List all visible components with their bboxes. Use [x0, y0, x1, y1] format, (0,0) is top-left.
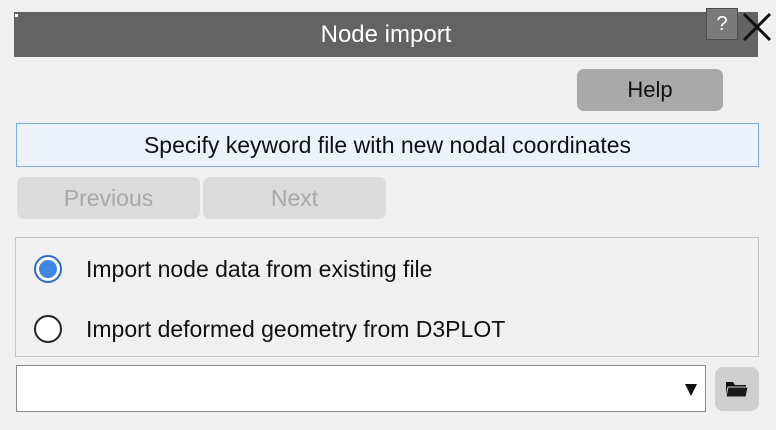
title-bar: Node import ?	[14, 8, 776, 58]
import-d3plot-label: Import deformed geometry from D3PLOT	[86, 316, 506, 342]
folder-icon	[725, 382, 749, 398]
context-help-button[interactable]: ?	[706, 8, 738, 40]
radio-button-selected[interactable]	[34, 255, 62, 283]
close-button[interactable]	[738, 8, 776, 46]
import-d3plot-option[interactable]: Import deformed geometry from D3PLOT	[16, 309, 758, 349]
import-mode-group: Import node data from existing file Impo…	[15, 237, 759, 357]
import-existing-file-option[interactable]: Import node data from existing file	[16, 249, 758, 289]
window-title: Node import	[320, 21, 452, 48]
next-button[interactable]: Next	[203, 177, 386, 219]
help-button[interactable]: Help	[577, 69, 723, 111]
radio-button-unselected[interactable]	[34, 315, 62, 343]
file-select-dropdown[interactable]	[16, 365, 706, 412]
node-import-window: Node import ? Help Specify keyword file …	[0, 0, 776, 430]
instruction-text: Specify keyword file with new nodal coor…	[16, 123, 759, 167]
import-existing-file-label: Import node data from existing file	[86, 256, 433, 282]
close-icon	[742, 12, 772, 42]
dropdown-arrow-icon	[685, 384, 697, 396]
browse-folder-button[interactable]	[715, 367, 759, 411]
previous-button[interactable]: Previous	[17, 177, 200, 219]
